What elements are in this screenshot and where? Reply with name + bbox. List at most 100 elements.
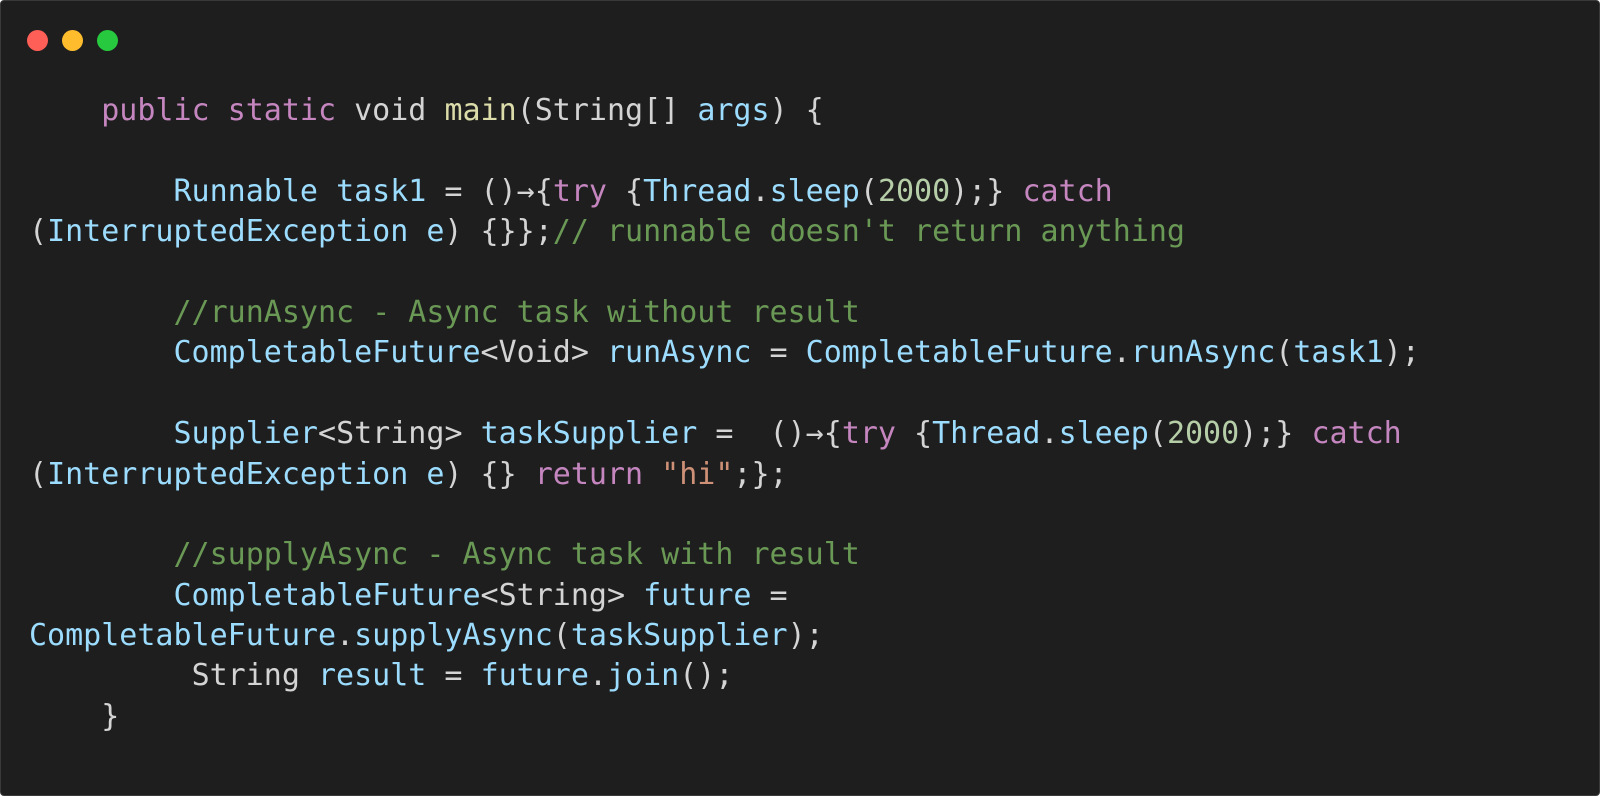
code-token: "hi" [661,456,734,492]
code-token: ) { [769,93,824,128]
code-token: //runAsync - Async task without result [173,294,860,330]
code-token: String [498,577,607,613]
code-token: supplyAsync [354,618,553,654]
code-token: void [354,93,427,128]
code-token: ( [859,173,878,209]
code-token: result [318,658,427,694]
code-token: ;}; [733,456,788,492]
code-token: try [552,173,607,209]
zoom-button[interactable] [97,30,118,51]
code-line: } [29,697,1420,737]
code-token: taskSupplier [480,416,698,452]
code-token: // runnable doesn't return anything [552,214,1185,250]
code-token: e [426,456,445,492]
close-button[interactable] [27,30,48,51]
code-line: CompletableFuture<Void> runAsync = Compl… [29,333,1420,373]
code-token: = [751,577,788,613]
code-token: InterruptedException [47,456,409,492]
code-token: taskSupplier [570,618,788,654]
code-line: Supplier<String> taskSupplier = ()→{try … [29,414,1420,454]
code-line: (InterruptedException e) {}};// runnable… [29,212,1420,252]
code-token: ( [1148,416,1167,452]
code-line: //runAsync - Async task without result [29,293,1420,333]
code-line: Runnable task1 = ()→{try {Thread.sleep(2… [29,172,1420,212]
code-token: < [480,577,499,613]
code-token: = ()→{ [426,173,553,209]
code-token: ( [1275,335,1294,371]
code-token: args [697,93,770,128]
code-token: ( [552,618,571,654]
code-token: String [336,416,445,452]
code-token: . [336,618,355,654]
code-token: [] [643,93,698,128]
code-token: task1 [1293,335,1384,371]
code-token: static [227,93,337,128]
code-line: String result = future.join(); [29,656,1420,696]
code-token: ); [787,618,824,654]
code-token: String [534,93,644,128]
code-token: CompletableFuture [805,335,1113,371]
code-token: CompletableFuture [173,335,481,371]
code-token: = [426,658,481,694]
code-token: ) {} [444,456,535,492]
code-token: Thread [932,416,1041,452]
code-token: > [444,416,481,452]
code-token: . [588,658,607,694]
code-line: CompletableFuture<String> future = [29,576,1420,616]
code-token: = ()→{ [697,416,842,452]
code-token: public [101,93,210,128]
code-token: join [607,658,680,694]
code-token: . [751,173,770,209]
code-line: CompletableFuture.supplyAsync(taskSuppli… [29,616,1420,656]
code-token: future [480,658,589,694]
code-token: CompletableFuture [29,618,337,654]
code-line: //supplyAsync - Async task with result [29,535,1420,575]
code-block: public static void main(String[] args) {… [29,91,1420,737]
minimize-button[interactable] [62,30,83,51]
code-token: . [1112,335,1131,371]
code-token: (); [679,658,734,694]
code-token: CompletableFuture [173,577,481,613]
code-token: runAsync [1130,335,1276,371]
code-token: return [534,456,644,492]
code-token: String [191,658,300,694]
code-token: } [101,698,120,734]
code-window: public static void main(String[] args) {… [0,0,1600,796]
code-token: 2000 [1166,416,1240,452]
code-token: Void [498,335,571,371]
window-controls [27,30,118,51]
code-token: ); [1383,335,1420,371]
code-token: InterruptedException [47,214,409,250]
code-token: { [896,416,933,452]
code-token: catch [1311,416,1402,452]
code-token: ( [516,93,535,128]
code-token: try [841,416,896,452]
code-token: main [444,93,517,128]
code-token: sleep [769,173,860,209]
code-token: e [426,214,445,250]
code-line: (InterruptedException e) {} return "hi";… [29,455,1420,495]
code-token: > [606,577,644,613]
code-token: Runnable [173,173,319,209]
code-token: //supplyAsync - Async task with result [173,537,860,573]
code-token: 2000 [877,173,951,209]
code-token: < [480,335,499,371]
